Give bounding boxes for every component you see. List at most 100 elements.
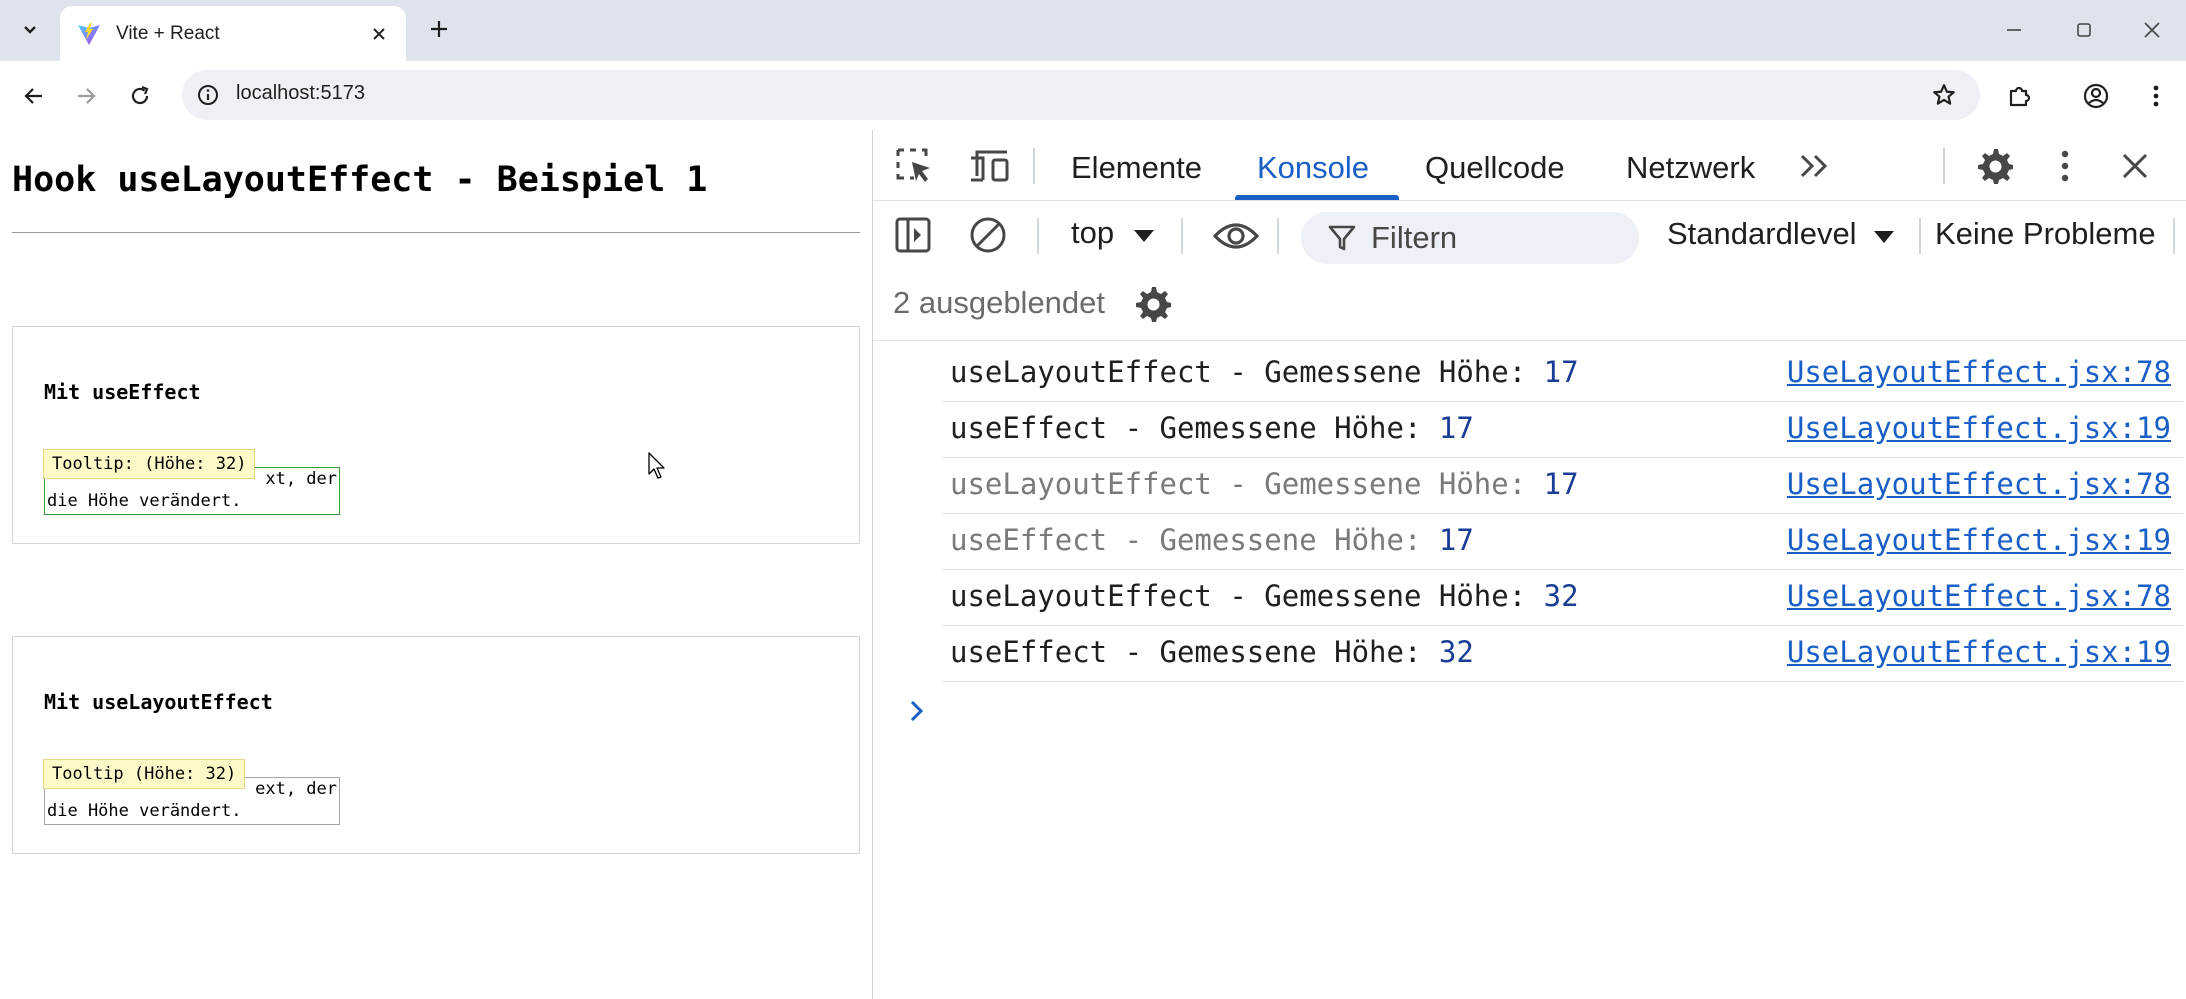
source-link[interactable]: UseLayoutEffect.jsx:19 <box>1787 523 2171 557</box>
sidebar-icon <box>895 217 931 253</box>
more-vert-icon <box>2153 85 2159 107</box>
back-button[interactable] <box>16 78 52 114</box>
card-use-effect: Mit useEffect xt, der die Höhe verändert… <box>12 326 860 544</box>
minimize-button[interactable] <box>1994 12 2034 48</box>
puzzle-icon <box>2009 86 2031 107</box>
message-value: 17 <box>1543 355 1579 389</box>
console-settings-button[interactable] <box>1131 282 1175 326</box>
tooltip: Tooltip (Höhe: 32) <box>43 759 246 789</box>
tab-netzwerk[interactable]: Netzwerk <box>1626 150 1755 186</box>
console-message: useEffect - Gemessene Höhe: 32 UseLayoutE… <box>943 625 2183 682</box>
devtools-settings-button[interactable] <box>1973 144 2017 188</box>
forward-button[interactable] <box>68 78 104 114</box>
source-link[interactable]: UseLayoutEffect.jsx:19 <box>1787 635 2171 669</box>
clear-console-button[interactable] <box>967 214 1009 256</box>
chevron-down-icon <box>24 26 36 34</box>
console-filter-input[interactable]: Filtern <box>1301 212 1639 264</box>
console-prompt-chevron-icon[interactable] <box>907 698 927 724</box>
message-label: useLayoutEffect - Gemessene Höhe: <box>950 579 1544 613</box>
browser-tab[interactable]: Vite + React <box>60 6 406 61</box>
tab-search-button[interactable] <box>14 14 46 46</box>
filter-placeholder: Filtern <box>1371 220 1458 255</box>
log-levels-label: Standardlevel <box>1667 216 1857 251</box>
message-label: useLayoutEffect - Gemessene Höhe: <box>950 355 1544 389</box>
reload-button[interactable] <box>122 78 158 114</box>
tab-title: Vite + React <box>116 22 220 44</box>
tab-close-button[interactable] <box>366 21 392 47</box>
more-tabs-button[interactable] <box>1795 146 1835 186</box>
site-info-icon[interactable] <box>192 79 224 111</box>
close-icon <box>2122 153 2148 179</box>
gear-icon <box>1136 287 1171 322</box>
inspect-icon <box>896 148 930 182</box>
device-toolbar-button[interactable] <box>967 145 1011 187</box>
browser-menu-button[interactable] <box>2138 78 2174 114</box>
bookmark-star-icon[interactable] <box>1928 79 1960 111</box>
tab-konsole[interactable]: Konsole <box>1257 150 1369 186</box>
source-link[interactable]: UseLayoutEffect.jsx:19 <box>1787 411 2171 445</box>
inspect-element-button[interactable] <box>893 145 935 187</box>
context-selector[interactable]: top <box>1071 215 1155 251</box>
card-use-layout-effect: Mit useLayoutEffect ext, der die Höhe ve… <box>12 636 860 854</box>
address-bar[interactable]: localhost:5173 <box>182 70 1980 120</box>
more-vert-icon <box>2061 150 2069 182</box>
message-label: useEffect - Gemessene Höhe: <box>950 523 1439 557</box>
message-label: useLayoutEffect - Gemessene Höhe: <box>950 467 1544 501</box>
vite-logo-icon <box>78 22 100 45</box>
triangle-down-icon <box>1874 231 1895 243</box>
block-icon <box>970 217 1006 253</box>
toggle-sidebar-button[interactable] <box>893 214 933 256</box>
triangle-down-icon <box>1133 230 1154 242</box>
page-viewport: Hook useLayoutEffect - Beispiel 1 Mit us… <box>0 130 872 999</box>
close-icon <box>373 28 385 40</box>
hidden-count[interactable]: 2 ausgeblendet <box>893 285 1105 321</box>
eye-icon <box>1212 223 1260 249</box>
source-link[interactable]: UseLayoutEffect.jsx:78 <box>1787 355 2171 389</box>
account-icon <box>2083 83 2109 109</box>
separator <box>1181 218 1183 254</box>
url-text[interactable]: localhost:5173 <box>236 82 365 105</box>
console-message-text: useLayoutEffect - Gemessene Höhe: 32 <box>950 579 1579 613</box>
device-icon <box>971 150 1009 182</box>
filter-icon <box>1328 225 1356 251</box>
console-message: useLayoutEffect - Gemessene Höhe: 17 UseL… <box>943 345 2183 402</box>
arrow-left-icon <box>24 88 42 104</box>
new-tab-button[interactable] <box>424 14 454 44</box>
devtools-close-button[interactable] <box>2115 146 2155 186</box>
measured-text-line: die Höhe verändert. <box>47 491 242 511</box>
console-message-text: useLayoutEffect - Gemessene Höhe: 17 <box>950 467 1579 501</box>
message-value: 17 <box>1438 411 1474 445</box>
source-link[interactable]: UseLayoutEffect.jsx:78 <box>1787 579 2171 613</box>
measured-text-line: die Höhe verändert. <box>47 801 242 821</box>
message-value: 32 <box>1543 579 1579 613</box>
minimize-icon <box>2007 29 2021 31</box>
live-expression-button[interactable] <box>1211 216 1261 256</box>
console-message: useEffect - Gemessene Höhe: 17 UseLayoutE… <box>943 401 2183 458</box>
message-value: 17 <box>1438 523 1474 557</box>
message-label: useEffect - Gemessene Höhe: <box>950 635 1439 669</box>
card-title: Mit useEffect <box>44 380 201 404</box>
tab-elemente[interactable]: Elemente <box>1071 150 1202 186</box>
devtools-menu-button[interactable] <box>2053 144 2077 188</box>
source-link[interactable]: UseLayoutEffect.jsx:78 <box>1787 467 2171 501</box>
message-value: 17 <box>1543 467 1579 501</box>
console-message: useEffect - Gemessene Höhe: 17 UseLayoutE… <box>943 513 2183 570</box>
console-message-text: useLayoutEffect - Gemessene Höhe: 17 <box>950 355 1579 389</box>
separator <box>2173 218 2175 254</box>
window-close-button[interactable] <box>2132 12 2172 48</box>
tab-strip: Vite + React <box>0 0 2186 61</box>
separator <box>1033 148 1035 184</box>
maximize-icon <box>2077 23 2091 37</box>
devtools-tabbar: Elemente Konsole Quellcode Netzwerk <box>873 130 2186 201</box>
tab-quellcode[interactable]: Quellcode <box>1425 150 1565 186</box>
maximize-button[interactable] <box>2064 12 2104 48</box>
profile-button[interactable] <box>2078 78 2114 114</box>
log-levels-dropdown[interactable]: Standardlevel <box>1667 216 1895 252</box>
browser-toolbar: localhost:5173 <box>0 61 2186 130</box>
arrow-right-icon <box>78 88 96 104</box>
tooltip: Tooltip: (Höhe: 32) <box>43 449 256 479</box>
divider <box>12 232 860 233</box>
extensions-button[interactable] <box>2002 78 2038 114</box>
issues-button[interactable]: Keine Probleme <box>1935 216 2156 252</box>
card-title: Mit useLayoutEffect <box>44 690 273 714</box>
